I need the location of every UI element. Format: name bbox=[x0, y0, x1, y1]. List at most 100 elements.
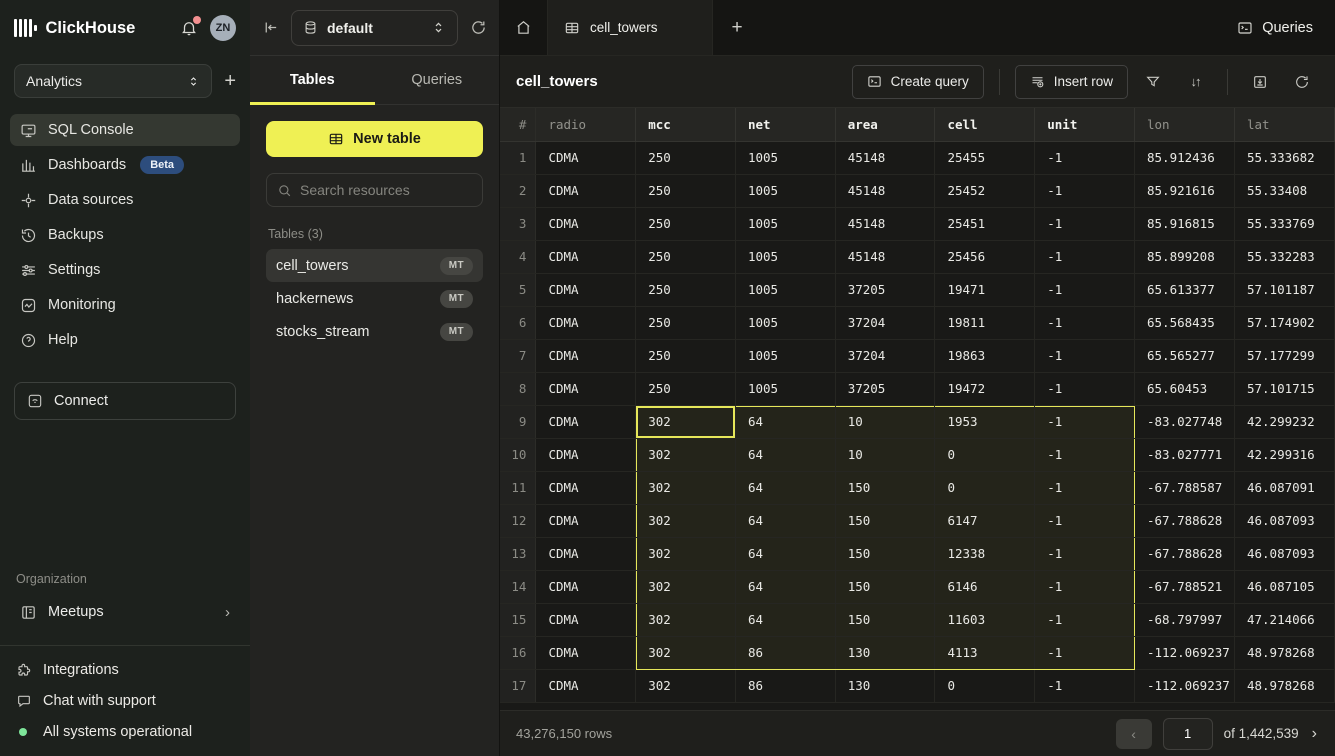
cell[interactable]: 46.087105 bbox=[1234, 570, 1334, 603]
sidebar-item-sql-console[interactable]: SQL Console bbox=[10, 114, 240, 146]
cell[interactable]: -67.788628 bbox=[1135, 537, 1235, 570]
sidebar-item-settings[interactable]: Settings bbox=[10, 254, 240, 286]
cell[interactable]: CDMA bbox=[536, 405, 636, 438]
cell[interactable]: 57.101187 bbox=[1234, 273, 1334, 306]
cell[interactable]: 0 bbox=[935, 471, 1035, 504]
cell[interactable]: -1 bbox=[1035, 174, 1135, 207]
cell[interactable]: -1 bbox=[1035, 636, 1135, 669]
cell[interactable]: 1005 bbox=[735, 207, 835, 240]
tab-queries[interactable]: Queries bbox=[375, 56, 500, 104]
row-number[interactable]: 4 bbox=[500, 240, 536, 273]
cell[interactable]: -1 bbox=[1035, 471, 1135, 504]
cell[interactable]: 55.33408 bbox=[1234, 174, 1334, 207]
cell[interactable]: 250 bbox=[636, 372, 736, 405]
cell[interactable]: CDMA bbox=[536, 240, 636, 273]
cell[interactable]: -68.797997 bbox=[1135, 603, 1235, 636]
cell[interactable]: 37204 bbox=[835, 306, 935, 339]
avatar[interactable]: ZN bbox=[210, 15, 236, 41]
cell[interactable]: 55.333769 bbox=[1234, 207, 1334, 240]
cell[interactable]: 19811 bbox=[935, 306, 1035, 339]
cell[interactable]: -1 bbox=[1035, 669, 1135, 702]
cell[interactable]: 37205 bbox=[835, 273, 935, 306]
cell[interactable]: 46.087091 bbox=[1234, 471, 1334, 504]
cell[interactable]: 250 bbox=[636, 240, 736, 273]
cell[interactable]: 1005 bbox=[735, 141, 835, 174]
cell[interactable]: 64 bbox=[735, 537, 835, 570]
row-number[interactable]: 10 bbox=[500, 438, 536, 471]
cell[interactable]: 4113 bbox=[935, 636, 1035, 669]
row-number[interactable]: 16 bbox=[500, 636, 536, 669]
cell[interactable]: 47.214066 bbox=[1234, 603, 1334, 636]
cell[interactable]: 37204 bbox=[835, 339, 935, 372]
cell[interactable]: 48.978268 bbox=[1234, 636, 1334, 669]
cell[interactable]: 1005 bbox=[735, 240, 835, 273]
new-table-button[interactable]: New table bbox=[266, 121, 483, 157]
refresh-data-button[interactable] bbox=[1285, 65, 1319, 99]
cell[interactable]: CDMA bbox=[536, 504, 636, 537]
cell[interactable]: 65.613377 bbox=[1135, 273, 1235, 306]
cell[interactable]: 86 bbox=[735, 669, 835, 702]
cell[interactable]: CDMA bbox=[536, 306, 636, 339]
column-header-lon[interactable]: lon bbox=[1135, 108, 1235, 141]
cell[interactable]: 25451 bbox=[935, 207, 1035, 240]
cell[interactable]: 6146 bbox=[935, 570, 1035, 603]
cell[interactable]: -1 bbox=[1035, 537, 1135, 570]
row-number[interactable]: 13 bbox=[500, 537, 536, 570]
cell[interactable]: -67.788587 bbox=[1135, 471, 1235, 504]
connect-button[interactable]: Connect bbox=[14, 382, 236, 420]
cell[interactable]: CDMA bbox=[536, 273, 636, 306]
cell[interactable]: -1 bbox=[1035, 570, 1135, 603]
sidebar-item-chat-support[interactable]: Chat with support bbox=[16, 693, 234, 709]
cell[interactable]: 10 bbox=[835, 438, 935, 471]
cell[interactable]: 150 bbox=[835, 570, 935, 603]
cell[interactable]: 1005 bbox=[735, 174, 835, 207]
cell[interactable]: 302 bbox=[636, 471, 736, 504]
cell[interactable]: -1 bbox=[1035, 504, 1135, 537]
column-header-net[interactable]: net bbox=[735, 108, 835, 141]
create-query-button[interactable]: Create query bbox=[852, 65, 984, 99]
cell[interactable]: 64 bbox=[735, 570, 835, 603]
cell[interactable]: -67.788521 bbox=[1135, 570, 1235, 603]
cell[interactable]: CDMA bbox=[536, 669, 636, 702]
cell[interactable]: -1 bbox=[1035, 306, 1135, 339]
row-number[interactable]: 2 bbox=[500, 174, 536, 207]
cell[interactable]: 25452 bbox=[935, 174, 1035, 207]
sidebar-item-backups[interactable]: Backups bbox=[10, 219, 240, 251]
cell[interactable]: 65.60453 bbox=[1135, 372, 1235, 405]
cell[interactable]: 0 bbox=[935, 669, 1035, 702]
cell[interactable]: 150 bbox=[835, 537, 935, 570]
cell[interactable]: 64 bbox=[735, 471, 835, 504]
cell[interactable]: -1 bbox=[1035, 372, 1135, 405]
cell[interactable]: 64 bbox=[735, 504, 835, 537]
row-number[interactable]: 14 bbox=[500, 570, 536, 603]
cell[interactable]: -1 bbox=[1035, 438, 1135, 471]
column-header-cell[interactable]: cell bbox=[935, 108, 1035, 141]
cell[interactable]: CDMA bbox=[536, 339, 636, 372]
cell[interactable]: -112.069237 bbox=[1135, 636, 1235, 669]
cell[interactable]: 1005 bbox=[735, 306, 835, 339]
cell[interactable]: 130 bbox=[835, 669, 935, 702]
cell[interactable]: 1005 bbox=[735, 273, 835, 306]
cell[interactable]: CDMA bbox=[536, 636, 636, 669]
cell[interactable]: 64 bbox=[735, 603, 835, 636]
cell[interactable]: -83.027748 bbox=[1135, 405, 1235, 438]
cell[interactable]: 302 bbox=[636, 669, 736, 702]
row-number[interactable]: 5 bbox=[500, 273, 536, 306]
row-number[interactable]: 9 bbox=[500, 405, 536, 438]
cell[interactable]: 25456 bbox=[935, 240, 1035, 273]
cell[interactable]: CDMA bbox=[536, 471, 636, 504]
cell[interactable]: 1953 bbox=[935, 405, 1035, 438]
table-list-item-cell-towers[interactable]: cell_towers MT bbox=[266, 249, 483, 282]
collapse-sidebar-button[interactable] bbox=[262, 19, 279, 36]
sidebar-item-integrations[interactable]: Integrations bbox=[16, 662, 234, 678]
filter-button[interactable] bbox=[1136, 65, 1170, 99]
cell[interactable]: 302 bbox=[636, 603, 736, 636]
cell[interactable]: 250 bbox=[636, 141, 736, 174]
row-number[interactable]: 12 bbox=[500, 504, 536, 537]
cell[interactable]: 46.087093 bbox=[1234, 504, 1334, 537]
column-header-mcc[interactable]: mcc bbox=[636, 108, 736, 141]
cell[interactable]: 302 bbox=[636, 537, 736, 570]
cell[interactable]: 302 bbox=[636, 570, 736, 603]
cell[interactable]: 85.916815 bbox=[1135, 207, 1235, 240]
cell[interactable]: -1 bbox=[1035, 141, 1135, 174]
